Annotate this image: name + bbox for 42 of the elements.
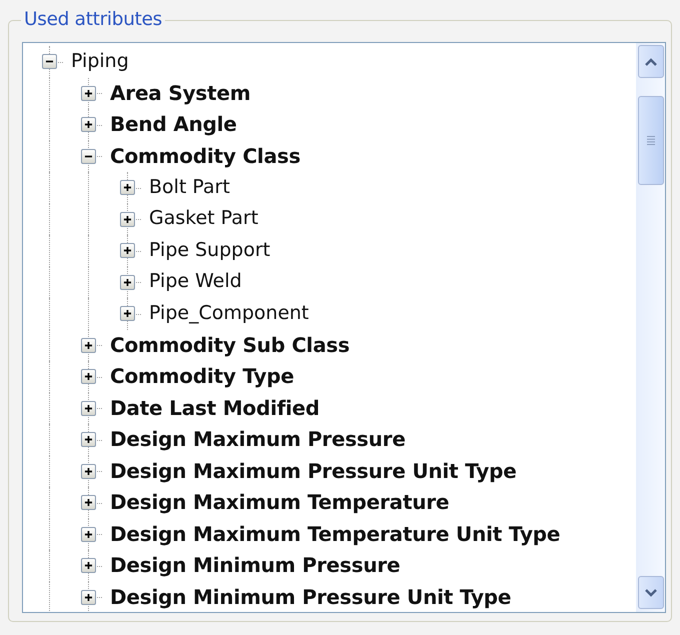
expand-toggle[interactable] <box>81 86 96 101</box>
tree-item-label[interactable]: Pipe_Component <box>149 302 309 325</box>
expand-toggle[interactable] <box>81 369 96 384</box>
expand-toggle[interactable] <box>120 306 135 322</box>
chevron-down-icon <box>645 588 657 596</box>
tree-item-label[interactable]: Pipe Weld <box>149 271 242 294</box>
tree-item-label[interactable]: Design Maximum Pressure <box>110 428 406 452</box>
scroll-up-button[interactable] <box>638 45 664 78</box>
expand-toggle[interactable] <box>81 526 96 542</box>
tree-item-label[interactable]: Design Maximum Pressure Unit Type <box>110 460 516 483</box>
tree-item-label[interactable]: Design Maximum Temperature Unit Type <box>110 522 560 546</box>
tree-item-label[interactable]: Bolt Part <box>149 176 230 199</box>
expand-toggle[interactable] <box>81 464 96 479</box>
scroll-thumb[interactable] <box>638 96 664 185</box>
tree-item-label[interactable]: Gasket Part <box>149 208 258 230</box>
expand-toggle[interactable] <box>120 274 135 290</box>
tree-item-label[interactable]: Bend Angle <box>110 113 237 136</box>
expand-toggle[interactable] <box>120 212 135 227</box>
expand-toggle[interactable] <box>81 432 96 448</box>
grip-icon <box>647 136 655 145</box>
expand-toggle[interactable] <box>81 558 96 574</box>
expand-toggle[interactable] <box>81 117 96 132</box>
tree-item-label[interactable]: Pipe Support <box>149 240 270 262</box>
tree-item-label[interactable]: Commodity Type <box>110 365 294 388</box>
expand-toggle[interactable] <box>81 590 96 605</box>
tree-item-label[interactable]: Design Minimum Pressure Unit Type <box>110 586 512 609</box>
collapse-toggle[interactable] <box>81 148 96 164</box>
expand-toggle[interactable] <box>81 495 96 510</box>
tree-item-label[interactable]: Commodity Sub Class <box>110 334 350 357</box>
tree-item-label[interactable]: Date Last Modified <box>110 396 320 420</box>
tree-item-label[interactable]: Design Maximum Temperature <box>110 491 450 514</box>
tree-item-label[interactable]: Commodity Class <box>110 144 300 168</box>
tree-item-label[interactable]: Area System <box>110 82 250 105</box>
scroll-down-button[interactable] <box>638 576 664 609</box>
tree-item-label[interactable]: Piping <box>71 50 129 73</box>
chevron-up-icon <box>645 58 657 66</box>
expand-toggle[interactable] <box>81 400 96 416</box>
expand-toggle[interactable] <box>120 243 135 258</box>
expand-toggle[interactable] <box>120 180 135 196</box>
collapse-toggle[interactable] <box>42 54 57 70</box>
tree-item-label[interactable]: Design Minimum Pressure <box>110 554 400 578</box>
expand-toggle[interactable] <box>81 338 96 353</box>
